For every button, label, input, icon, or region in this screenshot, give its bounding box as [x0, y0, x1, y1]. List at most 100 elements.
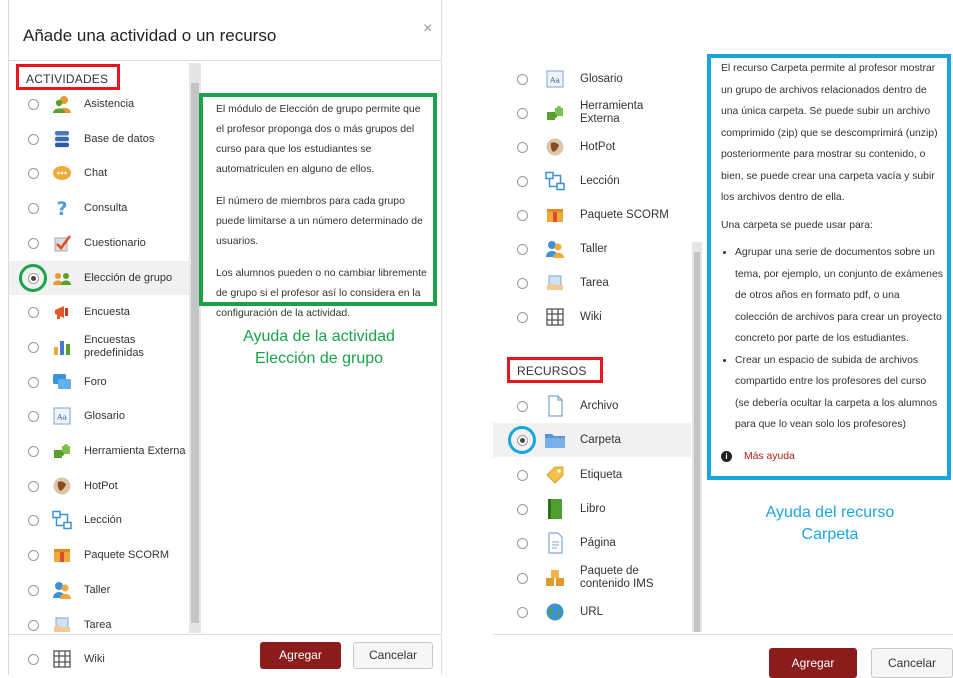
radio-button[interactable] — [28, 341, 39, 353]
help-uses: Una carpeta se puede usar para: — [721, 219, 873, 231]
radio-button[interactable] — [517, 400, 528, 412]
bar-chart-icon — [51, 336, 73, 358]
wiki-icon — [51, 648, 73, 670]
radio-button[interactable] — [517, 243, 528, 255]
radio-button[interactable] — [28, 202, 39, 214]
help-intro: El recurso Carpeta permite al profesor m… — [721, 63, 938, 203]
more-help-link[interactable]: i Más ayuda — [721, 446, 943, 468]
item-label: Glosario — [580, 72, 623, 85]
radio-button[interactable] — [28, 514, 39, 526]
list-item[interactable]: Lección — [9, 503, 189, 537]
puzzle-icon — [51, 440, 73, 462]
radio-button[interactable] — [517, 73, 528, 85]
section-header-recursos: RECURSOS — [517, 364, 587, 378]
list-item[interactable]: Asistencia — [9, 87, 189, 121]
radio-button[interactable] — [517, 141, 528, 153]
glossary-icon: Aa — [544, 68, 566, 90]
list-item[interactable]: Aa Glosario — [9, 399, 189, 433]
radio-button[interactable] — [28, 549, 39, 561]
file-icon — [544, 395, 566, 417]
radio-button[interactable] — [28, 98, 39, 110]
cancel-button[interactable]: Cancelar — [871, 648, 953, 678]
radio-button[interactable] — [517, 277, 528, 289]
radio-button[interactable] — [517, 537, 528, 549]
forum-icon — [51, 371, 73, 393]
radio-button[interactable] — [28, 410, 39, 422]
page-icon — [544, 532, 566, 554]
list-item[interactable]: Tarea — [493, 266, 691, 300]
cancel-button[interactable]: Cancelar — [353, 642, 433, 669]
list-item[interactable]: HotPot — [9, 469, 189, 503]
radio-button[interactable] — [517, 175, 528, 187]
item-label: Encuesta — [84, 305, 130, 318]
radio-button[interactable] — [517, 503, 528, 515]
list-item[interactable]: Herramienta Externa — [493, 96, 691, 130]
radio-button[interactable] — [517, 606, 528, 618]
radio-button[interactable] — [28, 480, 39, 492]
group-choice-icon — [51, 267, 73, 289]
list-item[interactable]: URL — [493, 595, 691, 629]
list-item[interactable]: Paquete de contenido IMS — [493, 561, 691, 595]
list-item[interactable]: Wiki — [9, 642, 189, 676]
radio-button[interactable] — [517, 107, 528, 119]
list-item[interactable]: Etiqueta — [493, 458, 691, 492]
list-item[interactable]: Taller — [493, 232, 691, 266]
list-item[interactable]: Foro — [9, 365, 189, 399]
item-label: Cuestionario — [84, 236, 146, 249]
list-item[interactable]: Chat — [9, 156, 189, 190]
item-label: Herramienta Externa — [84, 444, 186, 457]
item-label: Paquete SCORM — [580, 208, 669, 221]
item-label: Consulta — [84, 201, 128, 214]
list-item[interactable]: Tarea — [9, 608, 189, 642]
scrollbar-thumb[interactable] — [191, 83, 199, 623]
caption-line: Carpeta — [801, 526, 859, 543]
ims-package-icon — [544, 567, 566, 589]
list-item[interactable]: Encuesta — [9, 295, 189, 329]
more-help-label[interactable]: Más ayuda — [744, 446, 795, 468]
list-item[interactable]: Encuestas predefinidas — [9, 330, 189, 364]
list-item[interactable]: Archivo — [493, 389, 691, 423]
radio-button[interactable] — [517, 311, 528, 323]
list-item[interactable]: Aa Glosario — [493, 62, 691, 96]
list-item[interactable]: Libro — [493, 492, 691, 526]
assignment-icon — [544, 272, 566, 294]
radio-button[interactable] — [28, 306, 39, 318]
list-item[interactable]: Wiki — [493, 300, 691, 334]
scrollbar-thumb[interactable] — [694, 252, 700, 632]
list-item[interactable]: Cuestionario — [9, 226, 189, 260]
radio-button[interactable] — [28, 619, 39, 631]
list-item[interactable]: ? Consulta — [9, 191, 189, 225]
radio-button[interactable] — [28, 653, 39, 665]
item-label: Base de datos — [84, 132, 155, 145]
radio-button[interactable] — [28, 584, 39, 596]
list-item[interactable]: Página — [493, 526, 691, 560]
add-button[interactable]: Agregar — [769, 648, 857, 678]
radio-button[interactable] — [28, 133, 39, 145]
radio-button[interactable] — [28, 376, 39, 388]
list-item[interactable]: Herramienta Externa — [9, 434, 189, 468]
radio-button[interactable] — [517, 572, 528, 584]
radio-button[interactable] — [517, 209, 528, 221]
radio-button[interactable] — [28, 237, 39, 249]
radio-button[interactable] — [28, 167, 39, 179]
list-item[interactable]: Paquete SCORM — [9, 538, 189, 572]
radio-button[interactable] — [28, 445, 39, 457]
resource-help-text: El recurso Carpeta permite al profesor m… — [721, 58, 943, 467]
add-button[interactable]: Agregar — [260, 642, 341, 669]
list-scrollbar[interactable] — [692, 242, 702, 632]
list-item[interactable]: Taller — [9, 573, 189, 607]
help-bullet: Crear un espacio de subida de archivos c… — [735, 350, 943, 436]
lesson-icon — [544, 170, 566, 192]
list-item[interactable]: HotPot — [493, 130, 691, 164]
assignment-icon — [51, 614, 73, 636]
list-item[interactable]: Lección — [493, 164, 691, 198]
folder-icon — [544, 429, 566, 451]
list-item[interactable]: Paquete SCORM — [493, 198, 691, 232]
selection-highlight-circle — [19, 264, 47, 292]
item-label: Libro — [580, 502, 606, 515]
close-icon[interactable]: × — [423, 20, 432, 38]
list-item[interactable]: Base de datos — [9, 122, 189, 156]
item-label: Etiqueta — [580, 468, 623, 481]
radio-button[interactable] — [517, 469, 528, 481]
item-label: Paquete de contenido IMS — [580, 565, 654, 590]
